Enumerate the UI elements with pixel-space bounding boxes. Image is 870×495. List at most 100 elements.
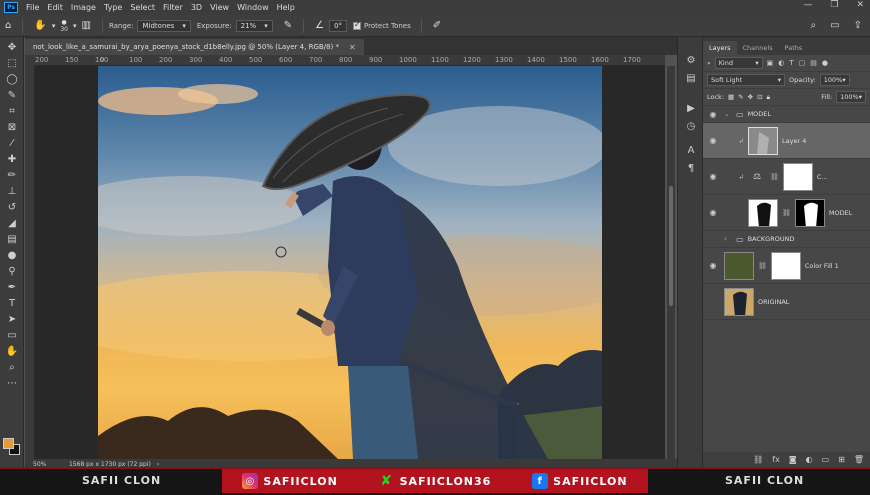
maximize-icon[interactable]: ❐ [830, 0, 838, 10]
lock-artboard-icon[interactable]: ⊡ [757, 93, 762, 101]
layer-style-icon[interactable]: fx [772, 455, 780, 464]
dodge-tool-icon[interactable]: ⚲ [4, 265, 20, 279]
eye-icon[interactable]: ◉ [706, 110, 720, 119]
frame-tool-icon[interactable]: ⊠ [4, 121, 20, 135]
menu-select[interactable]: Filter [159, 3, 187, 12]
scrollbar-thumb[interactable] [669, 186, 673, 306]
actions-icon[interactable]: ▶ [684, 103, 698, 115]
eye-icon[interactable]: ◉ [706, 261, 720, 270]
layer-row-color-fill[interactable]: ◉ ⛓ Color Fill 1 [703, 248, 870, 284]
layer-mask-thumbnail[interactable] [794, 198, 825, 227]
chevron-down-icon[interactable]: ⌄ [724, 110, 732, 118]
pixel-filter-icon[interactable]: ▣ [767, 59, 774, 67]
menu-image[interactable]: Image [67, 3, 100, 12]
share-icon[interactable]: ⇪ [854, 20, 862, 31]
document-tab[interactable]: not_look_like_a_samurai_by_arya_poenya_s… [25, 39, 364, 55]
blur-tool-icon[interactable]: ● [4, 249, 20, 263]
horizontal-ruler[interactable]: 200 150 100 0 100 200 300 400 500 600 70… [35, 55, 665, 66]
type-tool-icon[interactable]: T [4, 297, 20, 311]
brush-preset-icon[interactable]: ● 30 [60, 19, 68, 33]
healing-brush-tool-icon[interactable]: ✚ [4, 153, 20, 167]
lock-position-icon[interactable]: ✥ [748, 93, 753, 101]
layer-mask-thumbnail[interactable] [770, 251, 801, 280]
add-mask-icon[interactable]: ◙ [789, 455, 797, 464]
shape-tool-icon[interactable]: ▭ [4, 329, 20, 343]
marquee-tool-icon[interactable]: ⬚ [4, 57, 20, 71]
airbrush-icon[interactable]: ✎ [284, 20, 292, 31]
eraser-tool-icon[interactable]: ◢ [4, 217, 20, 231]
vertical-ruler[interactable] [25, 66, 35, 459]
shape-filter-icon[interactable]: ▢ [799, 59, 806, 67]
kind-filter-select[interactable]: Kind ▾ [714, 57, 763, 69]
pressure-icon[interactable]: ✐ [433, 20, 441, 31]
tab-layers[interactable]: Layers [703, 41, 737, 55]
layer-row-model[interactable]: ◉ ⛓ MODEL [703, 195, 870, 231]
fill-input[interactable]: 100% ▾ [836, 91, 866, 103]
menu-layer[interactable]: Type [100, 3, 126, 12]
minimize-icon[interactable]: — [803, 0, 812, 10]
menu-window[interactable]: Help [273, 3, 299, 12]
layer-group-background[interactable]: ◉ › ▭ BACKGROUND [703, 231, 870, 248]
new-group-icon[interactable]: ▭ [822, 455, 830, 464]
menu-filter[interactable]: 3D [187, 3, 206, 12]
opacity-input[interactable]: 100% ▾ [819, 74, 850, 86]
link-icon[interactable]: ⛓ [782, 209, 791, 217]
menu-edit[interactable]: Edit [43, 3, 67, 12]
lock-pixels-icon[interactable]: ✎ [738, 93, 743, 101]
layer-mask-thumbnail[interactable] [782, 162, 813, 191]
zoom-tool-icon[interactable]: ⌕ [4, 361, 20, 375]
adjustment-filter-icon[interactable]: ◐ [778, 59, 784, 67]
document-image[interactable] [98, 66, 602, 459]
history-brush-tool-icon[interactable]: ↺ [4, 201, 20, 215]
more-tools-icon[interactable]: ⋯ [4, 377, 20, 391]
paragraph-icon[interactable]: ¶ [684, 163, 698, 175]
eye-icon[interactable]: ◉ [706, 172, 720, 181]
history-icon[interactable]: ◷ [684, 121, 698, 133]
menu-type[interactable]: Select [126, 3, 159, 12]
eyedropper-tool-icon[interactable]: ⁄ [4, 137, 20, 151]
properties-icon[interactable]: ⚙ [684, 55, 698, 67]
eye-icon[interactable]: ◉ [706, 297, 720, 306]
fill-color-thumbnail[interactable] [724, 251, 754, 280]
eye-icon[interactable]: ◉ [706, 136, 720, 145]
layer-row-layer-4[interactable]: ◉ ↲ Layer 4 [703, 123, 870, 159]
smart-object-filter-icon[interactable]: ▤ [810, 59, 817, 67]
layer-group-model[interactable]: ◉ ⌄ ▭ MODEL [703, 106, 870, 123]
canvas-area[interactable] [35, 66, 665, 459]
photoshop-logo[interactable]: Ps [4, 2, 18, 13]
eye-icon[interactable]: ◉ [706, 208, 720, 217]
layer-row-original[interactable]: ◉ ORIGINAL [703, 284, 870, 320]
type-filter-icon[interactable]: T [789, 59, 793, 67]
lasso-tool-icon[interactable]: ◯ [4, 73, 20, 87]
brush-settings-icon[interactable]: ▥ [81, 20, 90, 31]
angle-input[interactable]: 0° [329, 19, 348, 32]
chevron-down-icon[interactable]: ▾ [52, 22, 56, 30]
foreground-color-swatch[interactable] [3, 438, 14, 449]
delete-layer-icon[interactable]: 🗑︎ [854, 455, 864, 464]
menu-view[interactable]: Window [233, 3, 273, 12]
adjustments-icon[interactable]: ▤ [684, 73, 698, 85]
protect-tones-checkbox[interactable] [353, 20, 362, 30]
workspace-icon[interactable]: ▭ [830, 20, 839, 31]
home-icon[interactable]: ⌂ [5, 20, 11, 31]
lock-transparency-icon[interactable]: ▦ [728, 93, 734, 101]
menu-file[interactable]: File [22, 3, 43, 12]
close-icon[interactable]: ✕ [349, 43, 356, 52]
search-icon[interactable]: ⌕ [811, 20, 817, 31]
link-icon[interactable]: ⛓ [770, 173, 779, 181]
tab-channels[interactable]: Channels [737, 41, 779, 55]
burn-tool-icon[interactable]: ✋ [34, 20, 46, 31]
eye-icon[interactable]: ◉ [706, 235, 720, 244]
exposure-input[interactable]: 21% ▾ [235, 19, 273, 32]
brush-tool-icon[interactable]: ✏ [4, 169, 20, 183]
tab-paths[interactable]: Paths [779, 41, 809, 55]
link-icon[interactable]: ⛓ [758, 262, 767, 270]
path-select-tool-icon[interactable]: ➤ [4, 313, 20, 327]
clone-stamp-tool-icon[interactable]: ⊥ [4, 185, 20, 199]
vertical-scrollbar[interactable] [667, 66, 675, 459]
character-icon[interactable]: A [684, 145, 698, 157]
gradient-tool-icon[interactable]: ▤ [4, 233, 20, 247]
new-adjustment-icon[interactable]: ◐ [806, 455, 813, 464]
close-icon[interactable]: ✕ [856, 0, 864, 10]
quick-select-tool-icon[interactable]: ✎ [4, 89, 20, 103]
